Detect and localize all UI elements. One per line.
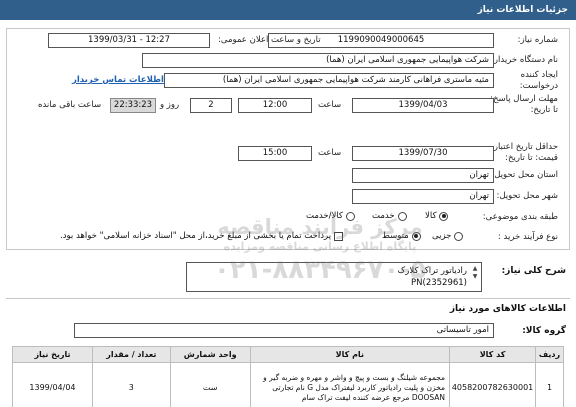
col-unit: واحد شمارش	[169, 346, 251, 363]
goods-section-title: اطلاعات کالاهای مورد نیاز	[449, 304, 566, 314]
buyer-contact-link[interactable]: اطلاعات تماس خریدار	[72, 75, 164, 85]
validity-date-field: 1399/07/30	[352, 146, 494, 161]
scroll-arrows-icon[interactable]: ▲ ▼	[471, 265, 479, 281]
province-field: تهران	[352, 168, 494, 183]
goods-table: ردیف کد کالا نام کالا واحد شمارش تعداد /…	[12, 346, 564, 407]
row-date: 1399/04/04	[12, 362, 93, 407]
creator-label: ایجاد کننده درخواست:	[519, 70, 558, 91]
days-remaining-field: 2	[190, 98, 232, 113]
row-name: مجموعه شیلنگ و بست و پیچ و واشر و مهره و…	[249, 362, 451, 407]
validity-time-label: ساعت	[318, 148, 342, 158]
row-unit: ست	[169, 362, 251, 407]
deadline-date-field: 1399/04/03	[352, 98, 494, 113]
radio-selected-icon[interactable]	[411, 231, 421, 241]
category-option-goods[interactable]: کالا	[425, 211, 449, 221]
category-option-service[interactable]: خدمت	[372, 211, 407, 221]
deadline-time-field: 12:00	[238, 98, 312, 113]
row-index: 1	[535, 362, 564, 407]
col-qty: تعداد / مقدار	[91, 346, 171, 363]
process-option-minor[interactable]: جزیی	[432, 231, 464, 241]
row-code: 4058200782630001	[449, 362, 537, 407]
buyer-field: شرکت هواپیمایی جمهوری اسلامی ایران (هما)	[142, 53, 494, 68]
radio-selected-icon[interactable]	[439, 211, 449, 221]
validity-label: حداقل تاریخ اعتبار قیمت: تا تاریخ:	[493, 142, 558, 163]
radio-icon[interactable]	[345, 211, 355, 221]
city-label: شهر محل تحویل:	[496, 191, 558, 201]
radio-icon[interactable]	[454, 231, 464, 241]
creator-field: مثیه ماستری فراهانی کارمند شرکت هواپیمای…	[164, 73, 494, 88]
buyer-label: نام دستگاه خریدار:	[491, 55, 558, 65]
remaining-time-label: ساعت باقی مانده	[38, 100, 102, 110]
checkbox-icon[interactable]	[334, 231, 344, 241]
col-name: نام کالا	[249, 346, 451, 363]
col-date: تاریخ نیاز	[12, 346, 93, 363]
summary-textbox[interactable]: رادیاتور تراک کلارک PN(2352961) ▲ ▼	[186, 262, 482, 292]
summary-line-1: رادیاتور تراک کلارک	[397, 266, 467, 276]
need-number-label: شماره نیاز:	[517, 35, 558, 45]
goods-table-header: ردیف کد کالا نام کالا واحد شمارش تعداد /…	[12, 346, 564, 363]
announce-date-field: 1399/03/31 - 12:27	[48, 33, 210, 48]
deadline-label: مهلت ارسال پاسخ: تا تاریخ:	[490, 94, 558, 115]
summary-line-2: PN(2352961)	[411, 278, 467, 288]
city-field: تهران	[352, 189, 494, 204]
category-option-goods-service[interactable]: کالا/خدمت	[306, 211, 355, 221]
announce-date-label: تاریخ و ساعت اعلان عمومی:	[218, 35, 321, 45]
row-qty: 3	[91, 362, 171, 407]
process-type-label: نوع فرآیند خرید :	[497, 232, 558, 242]
col-code: کد کالا	[449, 346, 537, 363]
radio-icon[interactable]	[397, 211, 407, 221]
goods-group-label: گروه کالا:	[522, 326, 566, 336]
process-option-medium[interactable]: متوسط	[382, 231, 421, 241]
treasury-payment-option[interactable]: پرداخت تمام یا بخشی از مبلغ خرید،از محل …	[60, 231, 344, 241]
deadline-time-label: ساعت	[318, 100, 342, 110]
remaining-time-display: 22:33:23	[110, 98, 156, 113]
goods-group-field: امور تاسیساتی	[74, 323, 494, 338]
table-row[interactable]: 1 4058200782630001 مجموعه شیلنگ و بست و …	[12, 362, 564, 407]
summary-label: شرح کلی نیاز:	[501, 266, 566, 276]
category-label: طبقه بندی موضوعی:	[482, 212, 558, 222]
days-label: روز و	[160, 100, 180, 110]
col-index: ردیف	[535, 346, 564, 363]
page-header: جزئیات اطلاعات نیاز	[0, 0, 576, 20]
province-label: استان محل تحویل:	[491, 170, 558, 180]
section-divider	[6, 298, 570, 299]
validity-time-field: 15:00	[238, 146, 312, 161]
